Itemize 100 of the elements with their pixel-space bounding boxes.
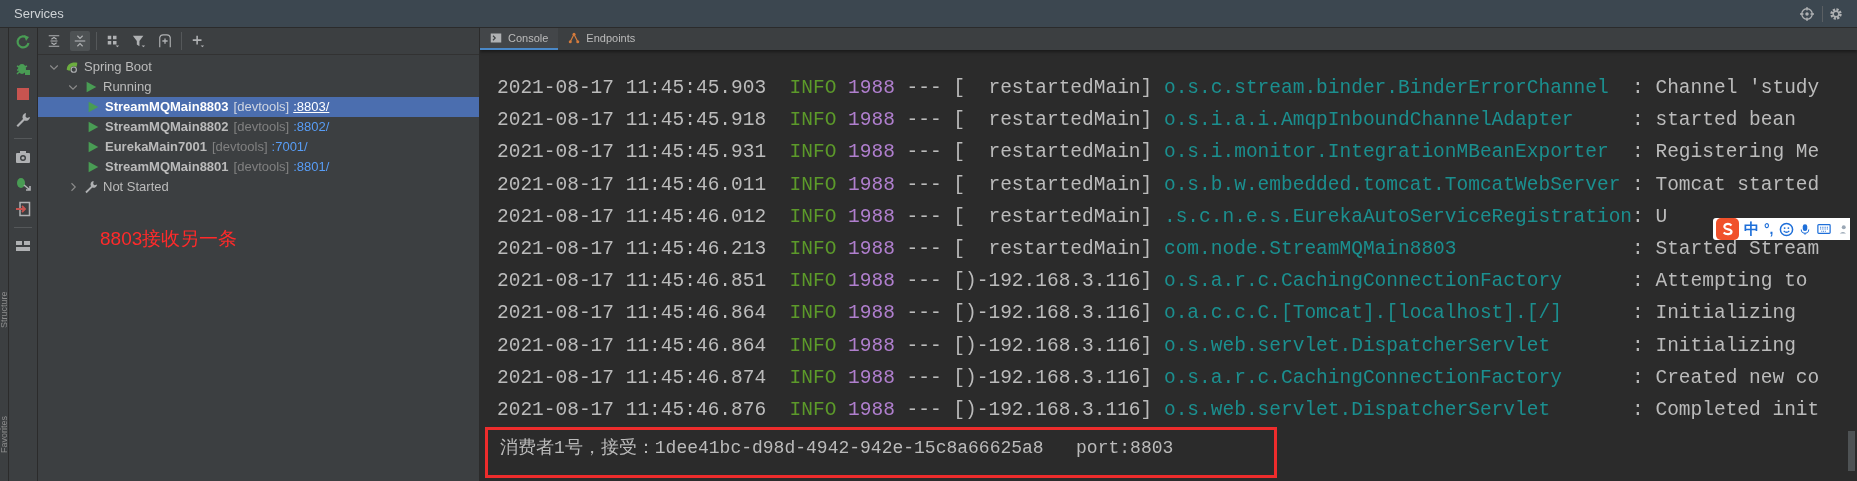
- item-label: StreamMQMain8803: [105, 98, 229, 117]
- item-tag: [devtools]: [233, 117, 290, 137]
- filter-icon[interactable]: [132, 34, 146, 48]
- log-pid: 1988: [848, 365, 896, 391]
- new-tab-icon[interactable]: [158, 34, 172, 48]
- item-tag: [devtools]: [211, 137, 268, 157]
- log-level: INFO: [789, 172, 838, 198]
- port-link[interactable]: :8802/: [293, 117, 330, 137]
- log-timestamp: 2021-08-17 11:45:46.011: [497, 172, 768, 198]
- collapse-all-icon[interactable]: [73, 34, 87, 48]
- target-icon[interactable]: [1800, 6, 1814, 21]
- rerun-icon[interactable]: [15, 34, 31, 50]
- log-message: : Attempting to: [1632, 269, 1808, 295]
- log-timestamp: 2021-08-17 11:45:45.918: [497, 108, 768, 134]
- console-output: 消费者1号，接受：1dee41bc-d98d-4942-942e-15c8a66625a8 port:8803: [500, 437, 1174, 461]
- item-label: Spring Boot: [84, 58, 152, 77]
- settings-icon[interactable]: [1829, 6, 1843, 21]
- log-pid: 1988: [848, 398, 896, 424]
- play-icon: [84, 80, 98, 94]
- log-message: : Tomcat started: [1632, 172, 1820, 198]
- smiley-icon[interactable]: [1778, 221, 1794, 237]
- log-pid: 1988: [848, 172, 896, 198]
- log-message: : U: [1632, 204, 1668, 230]
- log-thread: [ restartedMain]: [953, 76, 1154, 101]
- item-label: EurekaMain7001: [105, 138, 207, 157]
- log-level: INFO: [789, 108, 838, 134]
- exit-icon[interactable]: [15, 201, 31, 217]
- log-pid: 1988: [848, 301, 896, 327]
- log-timestamp: 2021-08-17 11:45:46.874: [497, 365, 768, 391]
- log-timestamp: 2021-08-17 11:45:45.931: [497, 140, 768, 166]
- log-separator: ---: [906, 108, 943, 134]
- log-separator: ---: [906, 301, 943, 327]
- scrollbar[interactable]: [1848, 431, 1855, 471]
- tree-item[interactable]: Spring Boot: [38, 57, 479, 77]
- log-separator: ---: [906, 140, 943, 166]
- log-message: : Created new co: [1632, 365, 1820, 391]
- log-timestamp: 2021-08-17 11:45:46.851: [497, 269, 768, 295]
- tree-item[interactable]: StreamMQMain8801 [devtools] :8801/: [38, 157, 479, 177]
- camera-icon[interactable]: [15, 149, 31, 165]
- log-pid: 1988: [848, 140, 896, 166]
- tree-item[interactable]: Running: [38, 77, 479, 97]
- log-timestamp: 2021-08-17 11:45:46.864: [497, 333, 768, 359]
- microphone-icon[interactable]: [1798, 221, 1811, 237]
- expand-all-icon[interactable]: [47, 34, 61, 48]
- panel-tab[interactable]: Console: [480, 28, 559, 50]
- log-level: INFO: [789, 140, 838, 166]
- stop-icon[interactable]: [15, 86, 31, 102]
- log-thread: [)-192.168.3.116]: [953, 398, 1154, 424]
- log-timestamp: 2021-08-17 11:45:46.213: [497, 237, 768, 262]
- log-pid: 1988: [848, 76, 896, 101]
- tree-item[interactable]: StreamMQMain8802 [devtools] :8802/: [38, 117, 479, 137]
- wrench-icon[interactable]: [15, 112, 31, 128]
- log-level: INFO: [789, 269, 838, 295]
- log-message: : started bean: [1632, 108, 1796, 134]
- ime-punctuation[interactable]: °,: [1764, 218, 1774, 240]
- log-thread: [ restartedMain]: [953, 237, 1154, 262]
- spring-leaf-icon: [65, 60, 79, 74]
- tree-item[interactable]: Not Started: [38, 177, 479, 197]
- add-icon[interactable]: [191, 34, 205, 48]
- tree-item[interactable]: EurekaMain7001 [devtools] :7001/: [38, 137, 479, 157]
- log-thread: [ restartedMain]: [953, 108, 1154, 134]
- port-link[interactable]: :8803/: [293, 97, 330, 117]
- log-message: : Completed init: [1632, 398, 1820, 424]
- keyboard-icon[interactable]: [1815, 222, 1832, 236]
- log-separator: ---: [906, 204, 943, 230]
- port-link[interactable]: :7001/: [271, 137, 308, 157]
- log-timestamp: 2021-08-17 11:45:46.864: [497, 301, 768, 327]
- log-message: : Channel 'study: [1632, 76, 1820, 101]
- nodes-icon: [568, 32, 581, 44]
- log-logger: o.s.web.servlet.DispatcherServlet: [1163, 398, 1552, 424]
- log-pid: 1988: [848, 204, 896, 230]
- group-icon[interactable]: [106, 34, 120, 48]
- log-timestamp: 2021-08-17 11:45:45.903: [497, 76, 768, 101]
- log-logger: com.node.StreamMQMain8803: [1163, 237, 1458, 262]
- log-level: INFO: [789, 398, 838, 424]
- log-logger: o.s.a.r.c.CachingConnectionFactory: [1163, 269, 1563, 295]
- tree-item[interactable]: StreamMQMain8803 [devtools] :8803/: [38, 97, 479, 117]
- log-logger: .s.c.n.e.s.EurekaAutoServiceRegistration: [1163, 204, 1633, 230]
- log-thread: [ restartedMain]: [953, 172, 1154, 198]
- log-thread: [)-192.168.3.116]: [953, 333, 1154, 359]
- side-tab[interactable]: Favorites: [0, 416, 9, 453]
- log-level: INFO: [789, 333, 838, 359]
- log-timestamp: 2021-08-17 11:45:46.876: [497, 398, 768, 424]
- item-tag: [devtools]: [233, 157, 290, 177]
- panel-tab[interactable]: Endpoints: [558, 28, 646, 50]
- log-logger: o.s.a.r.c.CachingConnectionFactory: [1163, 365, 1563, 391]
- log-pid: 1988: [848, 108, 896, 134]
- layout-icon[interactable]: [15, 238, 31, 254]
- bug-arrow-icon[interactable]: [15, 175, 31, 191]
- log-separator: ---: [906, 333, 943, 359]
- log-thread: [ restartedMain]: [953, 204, 1154, 230]
- log-pid: 1988: [848, 333, 896, 359]
- item-label: StreamMQMain8801: [105, 158, 229, 177]
- port-link[interactable]: :8801/: [293, 157, 330, 177]
- annotation-text: 8803接收另一条: [100, 228, 238, 249]
- item-label: Running: [103, 78, 152, 97]
- log-separator: ---: [906, 76, 943, 101]
- log-timestamp: 2021-08-17 11:45:46.012: [497, 204, 768, 230]
- log-logger: o.s.b.w.embedded.tomcat.TomcatWebServer: [1163, 172, 1622, 198]
- side-tab[interactable]: Structure: [0, 291, 9, 328]
